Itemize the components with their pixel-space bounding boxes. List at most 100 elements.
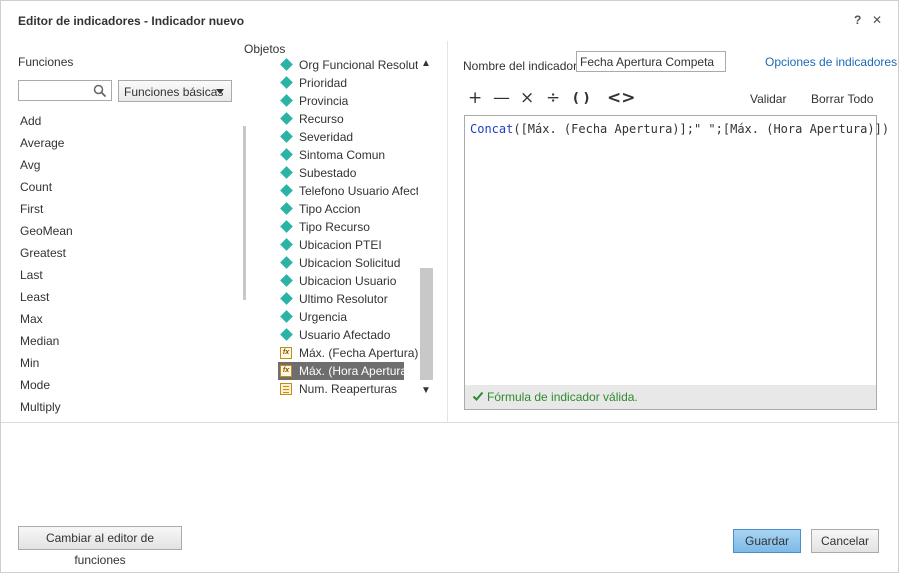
functions-category-value: Funciones básicas [124,85,224,99]
not-equal-operator-button[interactable]: <> [607,88,636,108]
function-item[interactable]: Avg [18,155,238,177]
object-item[interactable]: fx Máx. (Fecha Apertura) [278,344,418,362]
object-item[interactable]: Severidad [278,128,418,146]
function-item[interactable]: Last [18,265,238,287]
search-icon[interactable] [93,84,107,98]
object-item-label: Tipo Accion [299,202,361,216]
function-item[interactable]: First [18,199,238,221]
dialog-titlebar: Editor de indicadores - Indicador nuevo … [1,1,898,41]
functions-scrollbar[interactable] [243,126,246,300]
object-item[interactable]: Ubicacion PTEI [278,236,418,254]
dimension-icon [280,238,293,251]
object-item-label: Usuario Afectado [299,328,391,342]
multiply-operator-button[interactable]: × [520,88,534,108]
dimension-icon [280,328,293,341]
object-item-label: Ubicacion Solicitud [299,256,401,270]
checkmark-icon [472,391,484,401]
object-item[interactable]: Ultimo Resolutor [278,290,418,308]
object-item[interactable]: Subestado [278,164,418,182]
function-item[interactable]: Multiply [18,397,238,419]
function-item[interactable]: Mode [18,375,238,397]
object-item-label: Ubicacion Usuario [299,274,397,288]
help-icon[interactable]: ? [854,13,861,27]
object-item-label: Num. Reaperturas [299,382,398,396]
function-item[interactable]: Least [18,287,238,309]
object-item[interactable]: Tipo Recurso [278,218,418,236]
objects-scrollbar-thumb[interactable] [420,268,433,380]
indicator-editor-dialog: Editor de indicadores - Indicador nuevo … [0,0,899,573]
scroll-up-icon[interactable]: ▲ [421,58,431,69]
function-item[interactable]: Median [18,331,238,353]
dialog-title: Editor de indicadores - Indicador nuevo [18,14,245,28]
formula-arguments: ([Máx. (Fecha Apertura)];" ";[Máx. (Hora… [513,122,890,136]
object-item-label: Telefono Usuario Afectado [299,184,418,198]
object-item-label: Máx. (Fecha Apertura) [299,346,418,360]
scroll-down-icon[interactable]: ▼ [421,385,431,396]
minus-operator-button[interactable]: — [493,88,510,108]
object-item-label: Severidad [299,130,354,144]
functions-label: Funciones [18,55,74,69]
save-button[interactable]: Guardar [733,529,801,553]
indicator-options-link[interactable]: Opciones de indicadores [765,55,897,69]
formula-icon: fx [280,365,292,377]
function-item[interactable]: Add [18,111,238,133]
dimension-icon [280,148,293,161]
object-item-label: Recurso [299,112,344,126]
indicator-name-label: Nombre del indicador: [463,59,581,73]
footer-divider [1,422,898,423]
clear-all-button[interactable]: Borrar Todo [811,92,873,106]
functions-category-select[interactable]: Funciones básicas [118,80,232,102]
divide-operator-button[interactable]: ÷ [546,88,560,108]
parentheses-operator-button[interactable]: ( ) [573,91,589,106]
object-item[interactable]: Tipo Accion [278,200,418,218]
object-item[interactable]: Ubicacion Solicitud [278,254,418,272]
object-item[interactable]: Recurso [278,110,418,128]
dimension-icon [280,76,293,89]
function-item[interactable]: Min [18,353,238,375]
validate-button[interactable]: Validar [750,92,786,106]
object-item-label: Provincia [299,94,349,108]
function-item[interactable]: Greatest [18,243,238,265]
dimension-icon [280,58,293,71]
object-item[interactable]: Urgencia [278,308,418,326]
dimension-icon [280,94,293,107]
object-item-label: Org Funcional Resolutor [299,58,418,72]
function-item[interactable]: GeoMean [18,221,238,243]
object-item[interactable]: Org Funcional Resolutor [278,56,418,74]
function-item[interactable]: Count [18,177,238,199]
plus-operator-button[interactable]: + [468,88,482,108]
objects-list: Org Funcional Resolutor Prioridad Provinci… [278,56,418,401]
function-item[interactable]: Average [18,133,238,155]
object-item-label: Ubicacion PTEI [299,238,382,252]
object-item-label: Sintoma Comun [299,148,386,162]
object-item[interactable]: Prioridad [278,74,418,92]
dimension-icon [280,256,293,269]
cancel-button[interactable]: Cancelar [811,529,879,553]
switch-to-function-editor-button[interactable]: Cambiar al editor de funciones [18,526,182,567]
function-item[interactable]: Max [18,309,238,331]
close-icon[interactable]: ✕ [872,13,882,27]
column-divider [447,41,448,422]
object-item[interactable]: Provincia [278,92,418,110]
dimension-icon [280,274,293,287]
formula-text[interactable]: Concat([Máx. (Fecha Apertura)];" ";[Máx.… [470,122,889,136]
object-item[interactable]: Num. Reaperturas [278,380,418,398]
chevron-down-icon [216,89,224,94]
indicator-name-input[interactable] [576,51,726,72]
functions-search-box[interactable] [18,80,112,101]
dimension-icon [280,184,293,197]
object-item[interactable]: Sintoma Comun [278,146,418,164]
object-item-label: Tipo Recurso [299,220,370,234]
formula-editor[interactable]: Concat([Máx. (Fecha Apertura)];" ";[Máx.… [464,115,889,410]
object-item[interactable]: Usuario Afectado [278,326,418,344]
formula-function-name: Concat [470,122,514,136]
object-item[interactable]: fx Máx. (Hora Apertura) [278,362,404,380]
functions-search-input[interactable] [19,81,91,100]
dimension-icon [280,166,293,179]
object-item[interactable]: Ubicacion Usuario [278,272,418,290]
objects-label: Objetos [244,42,286,56]
object-item-label: Subestado [299,166,357,180]
measure-icon [280,383,292,395]
object-item[interactable]: Telefono Usuario Afectado [278,182,418,200]
formula-icon: fx [280,347,292,359]
